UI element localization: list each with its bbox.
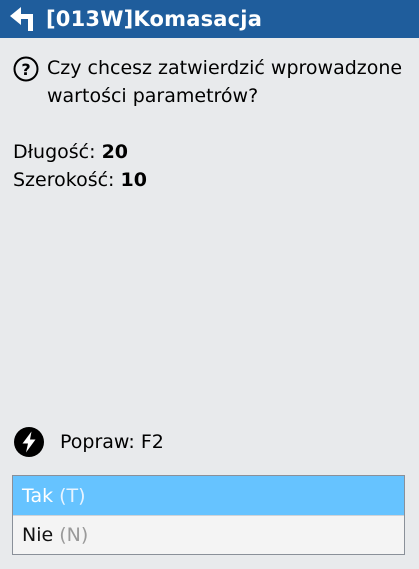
param-length: Długość: 20 bbox=[13, 138, 409, 166]
option-no-label: Nie bbox=[22, 524, 54, 546]
option-yes[interactable]: Tak (T) bbox=[13, 476, 404, 515]
lightning-icon bbox=[14, 427, 44, 457]
window-title: [013W]Komasacja bbox=[46, 7, 263, 31]
back-arrow-icon[interactable] bbox=[9, 5, 37, 33]
svg-text:?: ? bbox=[21, 60, 30, 79]
option-no-shortcut: (N) bbox=[59, 524, 89, 546]
question-circle-icon: ? bbox=[13, 56, 39, 82]
option-yes-label: Tak bbox=[22, 484, 54, 507]
param-width-value: 10 bbox=[120, 169, 147, 191]
option-no[interactable]: Nie (N) bbox=[13, 515, 404, 554]
question-line: ? Czy chcesz zatwierdzić wprowadzone war… bbox=[13, 54, 409, 110]
parameters-list: Długość: 20 Szerokość: 10 bbox=[13, 138, 409, 194]
hint-text: Popraw: F2 bbox=[60, 431, 164, 453]
title-bar: [013W]Komasacja bbox=[0, 0, 419, 38]
hint-line: Popraw: F2 bbox=[14, 427, 164, 457]
option-yes-shortcut: (T) bbox=[59, 484, 86, 507]
param-width-label: Szerokość: bbox=[13, 169, 115, 191]
options-list: Tak (T) Nie (N) bbox=[12, 475, 405, 555]
param-length-value: 20 bbox=[101, 141, 129, 163]
question-text: Czy chcesz zatwierdzić wprowadzone warto… bbox=[47, 57, 403, 107]
dialog-content: ? Czy chcesz zatwierdzić wprowadzone war… bbox=[13, 54, 409, 194]
param-width: Szerokość: 10 bbox=[13, 166, 409, 194]
param-length-label: Długość: bbox=[13, 141, 96, 163]
